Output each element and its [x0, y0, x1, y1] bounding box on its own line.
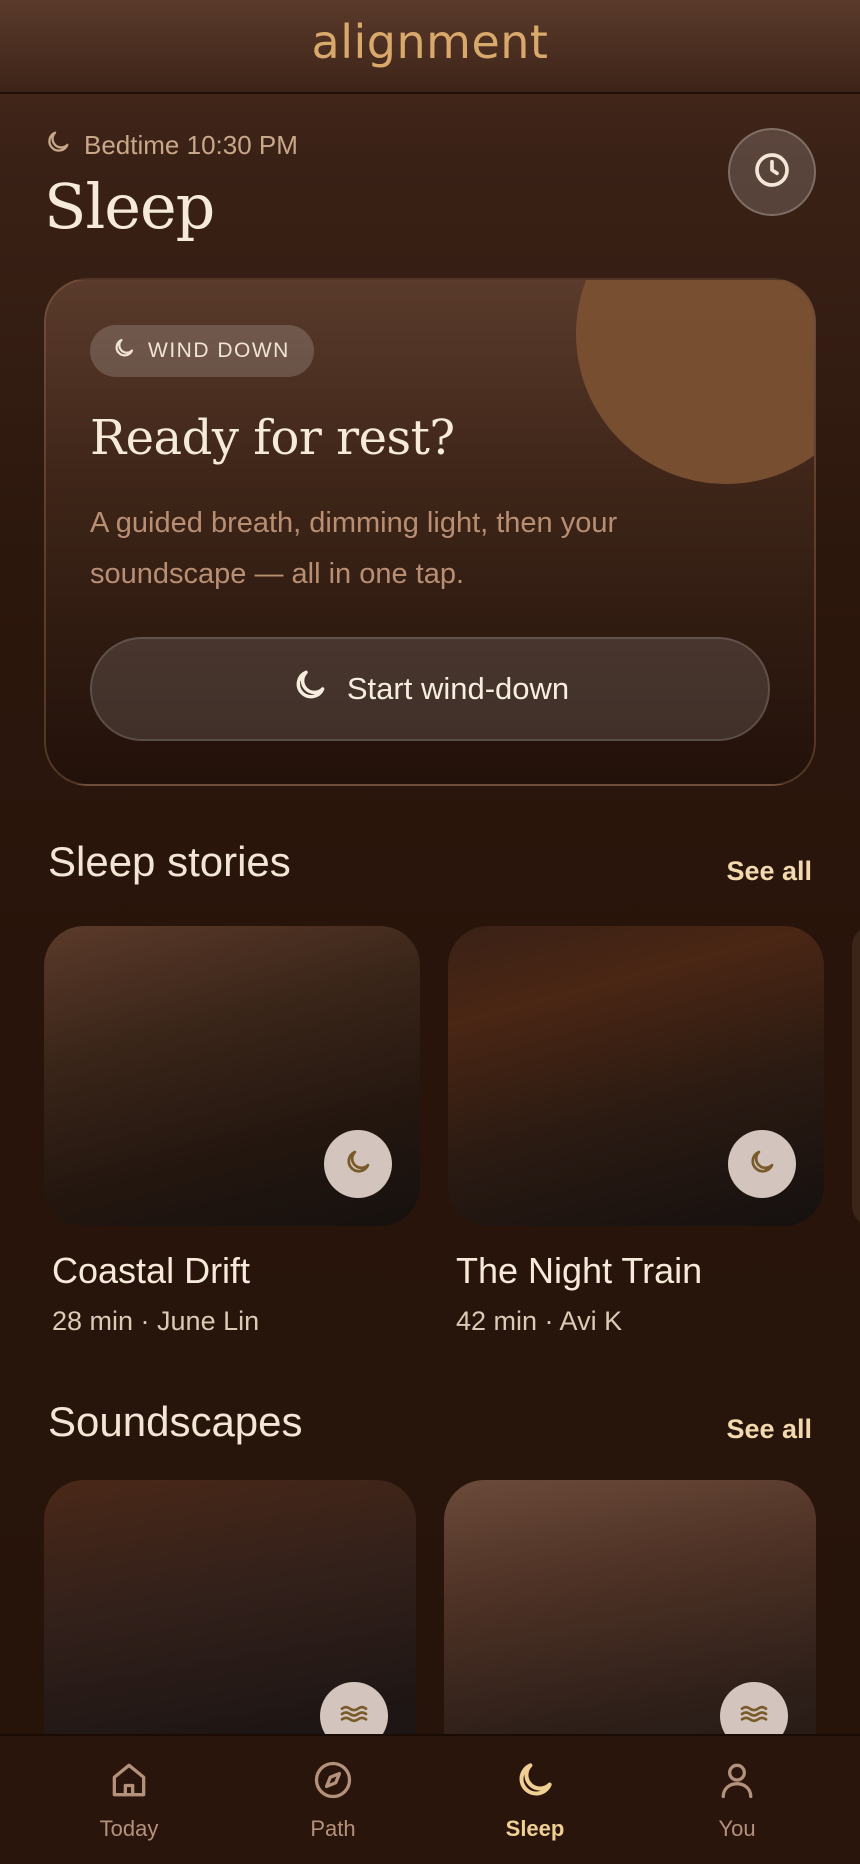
story-card-peek[interactable] — [852, 926, 860, 1226]
app-logo[interactable]: alignment — [312, 15, 549, 69]
story-card-night-train[interactable] — [448, 926, 824, 1226]
nav-label: You — [718, 1816, 756, 1841]
moon-icon — [343, 1147, 373, 1182]
nav-item-today[interactable]: Today — [69, 1758, 189, 1842]
story-meta: 28 min · June Lin — [52, 1306, 260, 1336]
bottom-navigation: Today Path Sleep You — [0, 1734, 860, 1864]
top-bar: alignment — [0, 0, 860, 94]
story-card-coastal-drift[interactable] — [44, 926, 420, 1226]
nav-label: Today — [99, 1816, 159, 1841]
story-meta: 42 min · Avi K — [456, 1306, 623, 1336]
wind-down-badge: WIND DOWN — [90, 325, 314, 377]
nav-item-sleep[interactable]: Sleep — [475, 1758, 595, 1842]
moon-icon — [747, 1147, 777, 1182]
story-title[interactable]: Coastal Drift — [52, 1250, 250, 1292]
soundscapes-title: Soundscapes — [48, 1398, 303, 1445]
wind-down-description: A guided breath, dimming light, then you… — [90, 507, 618, 590]
wind-down-title: Ready for rest? — [90, 410, 455, 466]
bedtime-label: Bedtime 10:30 PM — [44, 128, 298, 163]
home-icon — [107, 1758, 151, 1808]
sleep-stories-see-all-link[interactable]: See all — [726, 856, 812, 887]
start-wind-down-button[interactable]: Start wind-down — [90, 637, 770, 741]
wind-down-card: WIND DOWN Ready for rest? A guided breat… — [44, 278, 816, 786]
page-title: Sleep — [44, 170, 215, 243]
moon-decoration — [576, 280, 814, 484]
moon-icon — [112, 336, 136, 366]
sleep-screen: alignment Bedtime 10:30 PM Sleep WIND DO… — [0, 0, 860, 1864]
waves-icon — [338, 1698, 370, 1735]
button-label: Start wind-down — [346, 671, 570, 706]
sleep-stories-title: Sleep stories — [48, 838, 291, 885]
nav-item-path[interactable]: Path — [273, 1758, 393, 1842]
compass-icon — [311, 1758, 355, 1808]
bedtime-text: Bedtime 10:30 PM — [84, 130, 298, 160]
badge-label: WIND DOWN — [148, 339, 290, 362]
story-title[interactable]: The Night Train — [456, 1250, 702, 1292]
story-play-button[interactable] — [324, 1130, 392, 1198]
clock-icon — [752, 150, 792, 195]
story-play-button[interactable] — [728, 1130, 796, 1198]
user-icon — [715, 1758, 759, 1808]
nav-label: Sleep — [505, 1816, 565, 1841]
moon-icon — [291, 666, 329, 712]
bedtime-settings-button[interactable] — [728, 128, 816, 216]
moon-icon — [44, 128, 72, 163]
nav-item-you[interactable]: You — [677, 1758, 797, 1842]
nav-label: Path — [310, 1816, 356, 1841]
moon-icon — [513, 1758, 557, 1808]
soundscapes-see-all-link[interactable]: See all — [726, 1414, 812, 1445]
waves-icon — [738, 1698, 770, 1735]
